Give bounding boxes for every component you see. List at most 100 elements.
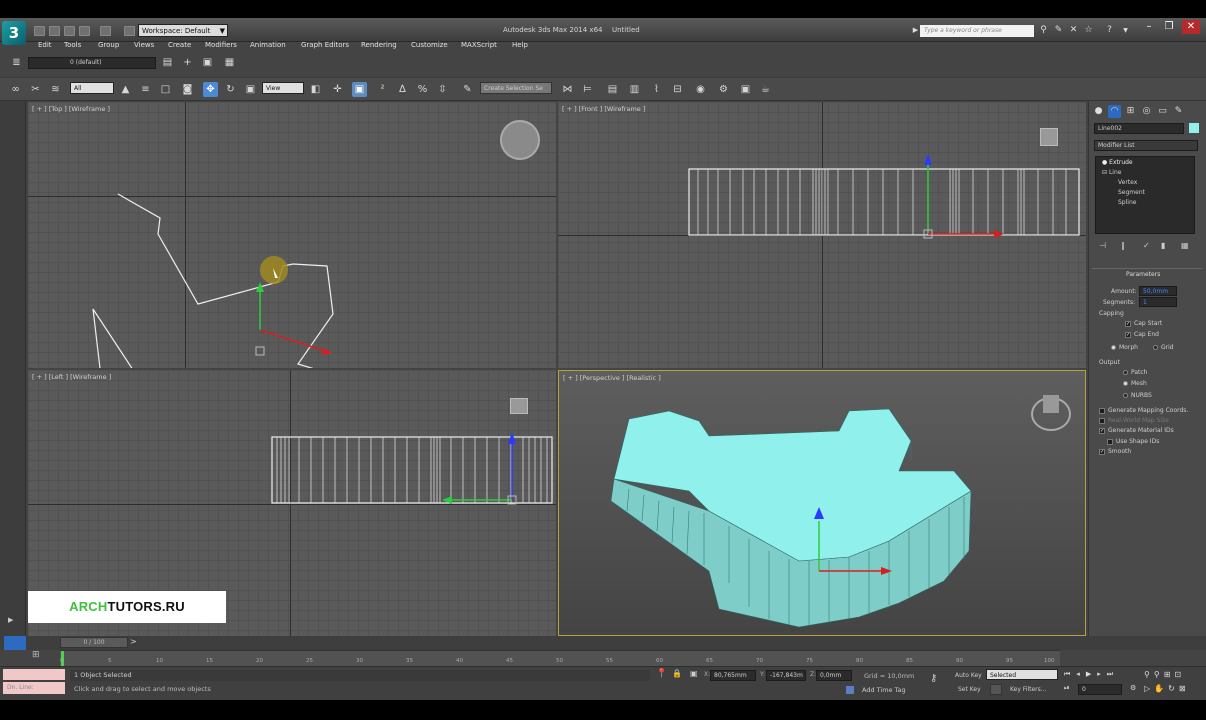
favorites-icon[interactable]: ☆ bbox=[1083, 25, 1094, 36]
parameters-rollout-header[interactable]: Parameters bbox=[1092, 268, 1202, 280]
restore-icon[interactable]: ❐ bbox=[1160, 20, 1178, 34]
viewport-top[interactable]: [ + ] [Top ] [Wireframe ] bbox=[28, 102, 556, 368]
generate-material-ids-checkbox[interactable]: ✓ Generate Material IDs bbox=[1099, 427, 1174, 434]
menu-tools[interactable]: Tools bbox=[64, 41, 81, 49]
material-editor-icon[interactable]: ◉ bbox=[693, 82, 708, 97]
rectangular-selection-icon[interactable]: □ bbox=[158, 82, 173, 97]
angle-snap-icon[interactable]: ∆ bbox=[395, 82, 410, 97]
help-dropdown-icon[interactable]: ▼ bbox=[1120, 25, 1131, 36]
modifier-stack[interactable]: ● Extrude ⊟ Line Vertex Segment Spline bbox=[1095, 156, 1195, 234]
layer-explorer-icon[interactable]: ▥ bbox=[627, 82, 642, 97]
viewport-nav-controls-top[interactable]: ⚲⚲⊞⊡ bbox=[1144, 670, 1185, 679]
workspace-dropdown[interactable]: Workspace: Default ▼ bbox=[138, 24, 228, 37]
show-end-result-icon[interactable]: ‖ bbox=[1121, 241, 1125, 250]
menu-customize[interactable]: Customize bbox=[411, 41, 448, 49]
configure-sets-icon[interactable]: ▦ bbox=[1181, 241, 1189, 250]
percent-snap-icon[interactable]: % bbox=[415, 82, 430, 97]
viewcube-box-icon[interactable] bbox=[1043, 395, 1059, 413]
scene-explorer-icon[interactable]: ▤ bbox=[605, 82, 620, 97]
edit-named-selection-icon[interactable]: ✎ bbox=[460, 82, 475, 97]
cap-start-checkbox[interactable]: ✓ Cap Start bbox=[1125, 320, 1162, 327]
isolate-selection-icon[interactable]: 📍 bbox=[656, 669, 667, 679]
patch-radio[interactable]: Patch bbox=[1123, 369, 1147, 376]
cap-end-checkbox[interactable]: ✓ Cap End bbox=[1125, 331, 1159, 338]
layer-manager-icon[interactable]: ≣ bbox=[9, 55, 24, 70]
manipulate-icon[interactable]: ✛ bbox=[330, 82, 345, 97]
pin-stack-icon[interactable]: ⊣ bbox=[1099, 241, 1106, 250]
set-key-button[interactable]: Set Key bbox=[958, 686, 981, 693]
hierarchy-tab-icon[interactable]: ⊞ bbox=[1124, 105, 1137, 118]
binoculars-icon[interactable]: ⚲ bbox=[1038, 25, 1049, 36]
time-slider[interactable]: 0 / 100 > bbox=[0, 636, 1206, 650]
communication-icon[interactable]: ✕ bbox=[1068, 25, 1079, 36]
create-layer-icon[interactable]: + bbox=[180, 55, 195, 70]
pivot-center-icon[interactable]: ◧ bbox=[308, 82, 323, 97]
menu-edit[interactable]: Edit bbox=[38, 41, 52, 49]
minicurve-toggle-icon[interactable] bbox=[4, 636, 26, 650]
generate-mapping-checkbox[interactable]: Generate Mapping Coords. bbox=[1099, 407, 1188, 414]
viewport-perspective[interactable]: [ + ] [Perspective ] [Realistic ] bbox=[558, 370, 1086, 636]
viewport-perspective-label[interactable]: [ + ] [Perspective ] [Realistic ] bbox=[563, 374, 661, 382]
utilities-tab-icon[interactable]: ✎ bbox=[1172, 105, 1185, 118]
project-folder-icon[interactable] bbox=[124, 26, 135, 36]
selection-filter-dropdown[interactable]: All bbox=[70, 82, 114, 94]
x-coordinate-field[interactable]: 80,765mm bbox=[710, 670, 756, 681]
render-setup-icon[interactable]: ⚙ bbox=[716, 82, 731, 97]
selection-lock-icon[interactable]: 🔒 bbox=[672, 669, 682, 678]
modifier-list-dropdown[interactable]: Modifier List bbox=[1094, 140, 1198, 151]
stack-item-extrude[interactable]: ● Extrude bbox=[1102, 159, 1133, 166]
select-object-icon[interactable]: ▲ bbox=[118, 82, 133, 97]
bind-space-warp-icon[interactable]: ≋ bbox=[48, 82, 63, 97]
morph-radio[interactable]: Morph bbox=[1111, 344, 1138, 351]
track-bar-icon[interactable]: ⊞ bbox=[32, 650, 48, 664]
time-slider-thumb[interactable]: 0 / 100 bbox=[60, 637, 128, 648]
current-frame-field[interactable]: 0 bbox=[1078, 684, 1122, 695]
layer-dropdown[interactable]: 0 (default) bbox=[28, 57, 156, 69]
select-link-icon[interactable]: ∞ bbox=[8, 82, 23, 97]
render-production-icon[interactable]: ☕ bbox=[758, 82, 773, 97]
unlink-icon[interactable]: ✂ bbox=[28, 82, 43, 97]
menu-rendering[interactable]: Rendering bbox=[361, 41, 397, 49]
search-input[interactable]: Type a keyword or phrase bbox=[920, 25, 1034, 37]
menu-views[interactable]: Views bbox=[134, 41, 154, 49]
rendered-frame-window-icon[interactable]: ▣ bbox=[738, 82, 753, 97]
maxscript-listener-top[interactable] bbox=[3, 669, 65, 680]
spinner-snap-icon[interactable]: ⇳ bbox=[435, 82, 450, 97]
viewport-nav-controls-bottom[interactable]: ▷✋↻⊠ bbox=[1144, 684, 1190, 693]
viewcube-icon[interactable] bbox=[1040, 128, 1058, 146]
absolute-mode-icon[interactable]: ▣ bbox=[690, 669, 698, 678]
viewport-front-label[interactable]: [ + ] [Front ] [Wireframe ] bbox=[562, 105, 645, 113]
set-key-icon[interactable] bbox=[990, 684, 1002, 695]
add-time-tag-button[interactable]: Add Time Tag bbox=[862, 686, 906, 694]
snaps-toggle-icon[interactable]: ² bbox=[375, 82, 390, 97]
segments-spinner[interactable]: 1 bbox=[1139, 297, 1177, 307]
real-world-map-size-checkbox[interactable]: Real-World Map Size bbox=[1099, 417, 1169, 424]
mesh-radio[interactable]: Mesh bbox=[1123, 380, 1147, 387]
help-icon[interactable]: ? bbox=[1104, 25, 1115, 36]
mirror-icon[interactable]: ⋈ bbox=[560, 82, 575, 97]
remove-modifier-icon[interactable]: ▮ bbox=[1161, 241, 1165, 250]
new-file-icon[interactable] bbox=[34, 26, 45, 36]
layer-properties-icon[interactable]: ▦ bbox=[222, 55, 237, 70]
make-unique-icon[interactable]: ✓ bbox=[1143, 241, 1150, 250]
extruded-object-perspective[interactable] bbox=[559, 371, 1086, 636]
viewport-left-label[interactable]: [ + ] [Left ] [Wireframe ] bbox=[32, 373, 111, 381]
use-shape-ids-checkbox[interactable]: Use Shape IDs bbox=[1107, 438, 1159, 445]
key-selection-dropdown[interactable]: Selected bbox=[986, 669, 1058, 680]
menu-graph-editors[interactable]: Graph Editors bbox=[301, 41, 349, 49]
select-and-rotate-icon[interactable]: ↻ bbox=[223, 82, 238, 97]
save-file-icon[interactable] bbox=[64, 26, 75, 36]
menu-create[interactable]: Create bbox=[168, 41, 191, 49]
object-color-swatch[interactable] bbox=[1189, 123, 1199, 133]
menu-maxscript[interactable]: MAXScript bbox=[461, 41, 497, 49]
nurbs-radio[interactable]: NURBS bbox=[1123, 392, 1152, 399]
subscription-icon[interactable]: ✎ bbox=[1053, 25, 1064, 36]
smooth-checkbox[interactable]: ✓ Smooth bbox=[1099, 448, 1131, 455]
reference-coordinate-dropdown[interactable]: View bbox=[262, 82, 304, 94]
select-in-layer-icon[interactable]: ▣ bbox=[200, 55, 215, 70]
spline-shape-top[interactable] bbox=[28, 102, 556, 368]
curve-editor-icon[interactable]: ⌇ bbox=[649, 82, 664, 97]
expand-arrow-icon[interactable]: ▶ bbox=[8, 616, 13, 624]
create-tab-icon[interactable]: ● bbox=[1092, 105, 1105, 118]
menu-group[interactable]: Group bbox=[98, 41, 119, 49]
